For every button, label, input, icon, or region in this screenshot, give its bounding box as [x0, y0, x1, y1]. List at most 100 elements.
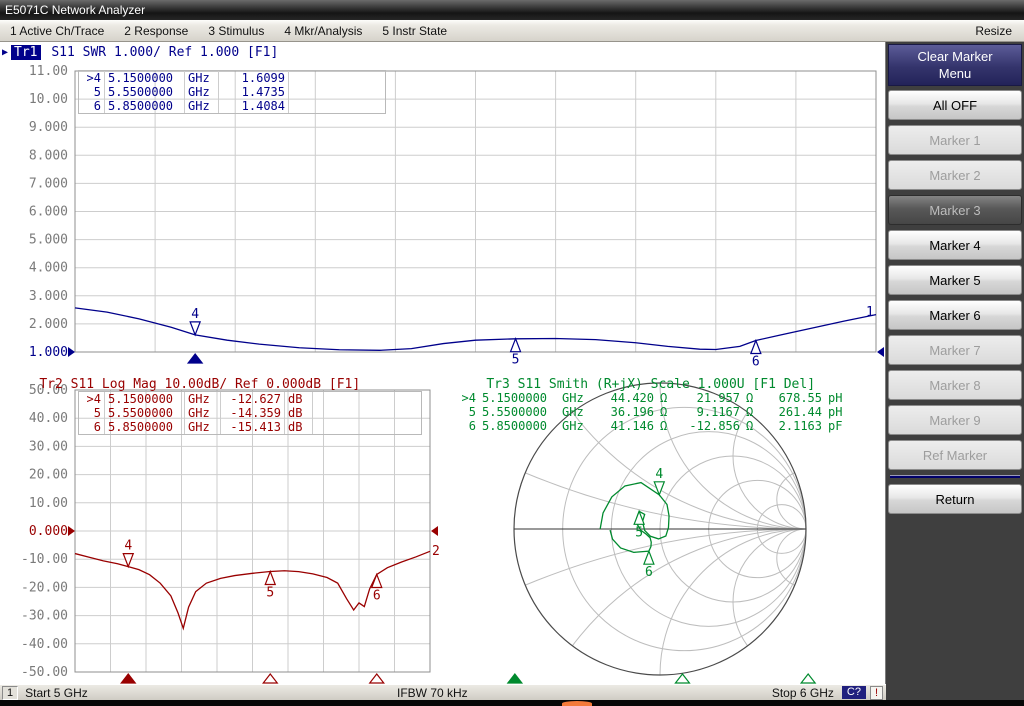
tr3-readout-cell: 6 — [455, 419, 479, 433]
tr2-readout-cell: GHz — [185, 392, 221, 406]
tr1-readout-cell: GHz — [185, 85, 219, 99]
window-title: E5071C Network Analyzer — [5, 3, 145, 17]
softkey-all-off[interactable]: All OFF — [888, 90, 1022, 120]
tr2-readout-cell: dB — [285, 392, 313, 406]
tr3-readout-cell: pF — [825, 419, 851, 433]
softkey-marker-6[interactable]: Marker 6 — [888, 300, 1022, 330]
trace1-marker-readout: >45.1500000GHz1.6099 55.5500000GHz1.4735 6… — [78, 70, 386, 114]
menu-item-5-instr-state[interactable]: 5 Instr State — [372, 24, 457, 38]
tr3-readout-cell: Ω — [657, 391, 677, 405]
tr3-readout-cell: 41.146 — [595, 419, 657, 433]
trace1-header-text: S11 SWR 1.000/ Ref 1.000 [F1] — [44, 45, 279, 60]
tr3-readout-cell: 5 — [455, 405, 479, 419]
tr3-readout-cell: 678.55 — [763, 391, 825, 405]
trace2-header-text: Tr2 S11 Log Mag 10.00dB/ Ref 0.000dB [F1… — [39, 377, 360, 392]
menu-item-3-stimulus[interactable]: 3 Stimulus — [198, 24, 274, 38]
tr3-readout-cell: -12.856 — [677, 419, 743, 433]
tr2-readout-cell: 5.1500000 — [105, 392, 185, 406]
softkey-menu-title: Clear Marker Menu — [888, 44, 1022, 86]
tr3-readout-cell: GHz — [559, 405, 595, 419]
ifbw-label: IFBW 70 kHz — [397, 686, 468, 700]
tr1-readout-cell: 1.6099 — [219, 71, 289, 85]
softkey-return[interactable]: Return — [888, 484, 1022, 514]
tr2-readout-cell: GHz — [185, 420, 221, 434]
tr1-readout-cell: GHz — [185, 71, 219, 85]
resize-button[interactable]: Resize — [963, 24, 1024, 38]
correction-status-badge: C? — [842, 686, 866, 699]
trace1-name-chip: Tr1 — [11, 45, 40, 60]
tr1-readout-cell: 5.1500000 — [105, 71, 185, 85]
trace2-marker-readout: >45.1500000GHz-12.627dB 55.5500000GHz-14.… — [78, 391, 422, 435]
trace3-header-text: Tr3 S11 Smith (R+jX) Scale 1.000U [F1 De… — [486, 377, 815, 392]
tr3-readout-cell: 36.196 — [595, 405, 657, 419]
softkey-marker-3[interactable]: Marker 3 — [888, 195, 1022, 225]
menu-items: 1 Active Ch/Trace2 Response3 Stimulus4 M… — [0, 24, 457, 38]
tr3-readout-cell: GHz — [559, 391, 595, 405]
tr3-readout-cell: Ω — [657, 419, 677, 433]
softkey-marker-1: Marker 1 — [888, 125, 1022, 155]
tr3-readout-cell: 5.5500000 — [479, 405, 559, 419]
tr3-readout-cell: 44.420 — [595, 391, 657, 405]
trace1-header[interactable]: ▶ Tr1 S11 SWR 1.000/ Ref 1.000 [F1] — [2, 45, 278, 60]
menu-bar: 1 Active Ch/Trace2 Response3 Stimulus4 M… — [0, 20, 1024, 42]
instrument-screen: E5071C Network Analyzer 1 Active Ch/Trac… — [0, 0, 1024, 706]
channel-number-box: 1 — [2, 686, 18, 700]
tr3-readout-cell: pH — [825, 405, 851, 419]
softkey-sidebar: Clear Marker Menu All OFF Marker 1 Marker … — [886, 42, 1024, 706]
trace3-marker-readout: >45.1500000GHz44.420Ω21.957Ω678.55pH55.5… — [455, 391, 851, 433]
tr1-readout-cell: 1.4735 — [219, 85, 289, 99]
softkey-menu-title-line1: Clear Marker — [917, 48, 992, 65]
alert-badge[interactable]: ! — [870, 686, 883, 700]
tr2-readout-cell: dB — [285, 420, 313, 434]
softkey-marker-8: Marker 8 — [888, 370, 1022, 400]
softkey-list: All OFF Marker 1 Marker 2 Marker 3 Marker 4 M… — [886, 90, 1024, 514]
tr3-readout-cell: pH — [825, 391, 851, 405]
softkey-marker-2: Marker 2 — [888, 160, 1022, 190]
start-frequency-label: Start 5 GHz — [25, 686, 88, 700]
window-titlebar: E5071C Network Analyzer — [0, 0, 1024, 20]
menu-item-4-mkr-analysis[interactable]: 4 Mkr/Analysis — [274, 24, 372, 38]
tr2-readout-cell: 5.8500000 — [105, 420, 185, 434]
tr3-readout-cell: 21.957 — [677, 391, 743, 405]
tr1-readout-cell: 5 — [79, 85, 105, 99]
tr2-readout-cell: 5 — [79, 406, 105, 420]
menu-item-1-active-ch-trace[interactable]: 1 Active Ch/Trace — [0, 24, 114, 38]
tr2-readout-cell: >4 — [79, 392, 105, 406]
tr3-readout-cell: 5.8500000 — [479, 419, 559, 433]
tr3-readout-cell: Ω — [743, 419, 763, 433]
tr1-readout-cell: 5.5500000 — [105, 85, 185, 99]
tr3-readout-cell: Ω — [743, 405, 763, 419]
status-bar: 1 Start 5 GHz IFBW 70 kHz Stop 6 GHz C? … — [0, 684, 886, 700]
tr3-readout-cell: 5.1500000 — [479, 391, 559, 405]
tr2-readout-cell: -12.627 — [221, 392, 285, 406]
tr2-readout-cell: dB — [285, 406, 313, 420]
softkey-ref-marker: Ref Marker — [888, 440, 1022, 470]
tr2-readout-cell: -15.413 — [221, 420, 285, 434]
tr1-readout-cell: 5.8500000 — [105, 99, 185, 113]
softkey-separator — [890, 475, 1020, 478]
tr1-readout-cell: >4 — [79, 71, 105, 85]
active-trace-pointer-icon: ▶ — [2, 47, 8, 58]
tr3-readout-cell: 261.44 — [763, 405, 825, 419]
softkey-menu-title-line2: Menu — [939, 65, 972, 82]
tr3-readout-cell: Ω — [743, 391, 763, 405]
softkey-marker-5[interactable]: Marker 5 — [888, 265, 1022, 295]
tr3-readout-cell: >4 — [455, 391, 479, 405]
tr2-readout-cell: 5.5500000 — [105, 406, 185, 420]
tr3-readout-cell: 9.1167 — [677, 405, 743, 419]
stop-frequency-label: Stop 6 GHz — [772, 686, 834, 700]
menu-item-2-response[interactable]: 2 Response — [114, 24, 198, 38]
softkey-marker-4[interactable]: Marker 4 — [888, 230, 1022, 260]
tr1-readout-cell: GHz — [185, 99, 219, 113]
tr3-readout-cell: GHz — [559, 419, 595, 433]
tr2-readout-cell: 6 — [79, 420, 105, 434]
tr2-readout-cell: GHz — [185, 406, 221, 420]
softkey-marker-7: Marker 7 — [888, 335, 1022, 365]
tr1-readout-cell: 1.4084 — [219, 99, 289, 113]
bottom-edge-strip — [0, 700, 1024, 706]
tr3-readout-cell: 2.1163 — [763, 419, 825, 433]
taskbar-peek-icon — [562, 701, 592, 706]
tr3-readout-cell: Ω — [657, 405, 677, 419]
tr2-readout-cell: -14.359 — [221, 406, 285, 420]
tr1-readout-cell: 6 — [79, 99, 105, 113]
